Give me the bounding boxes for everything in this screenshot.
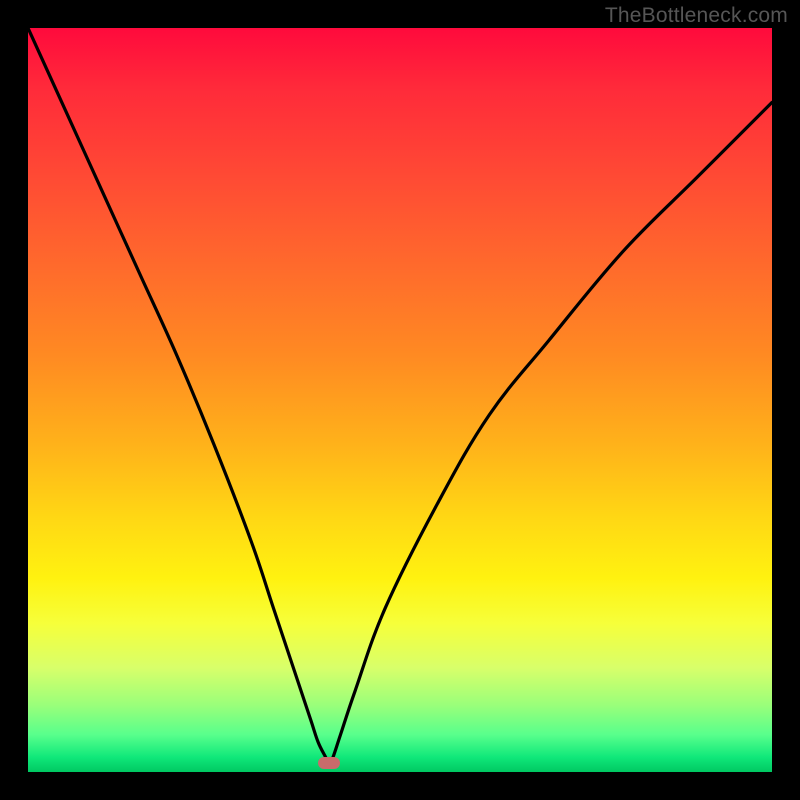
watermark-text: TheBottleneck.com <box>605 4 788 28</box>
chart-frame: TheBottleneck.com <box>0 0 800 800</box>
bottleneck-curve <box>28 28 772 772</box>
plot-area <box>28 28 772 772</box>
minimum-marker <box>318 757 340 769</box>
